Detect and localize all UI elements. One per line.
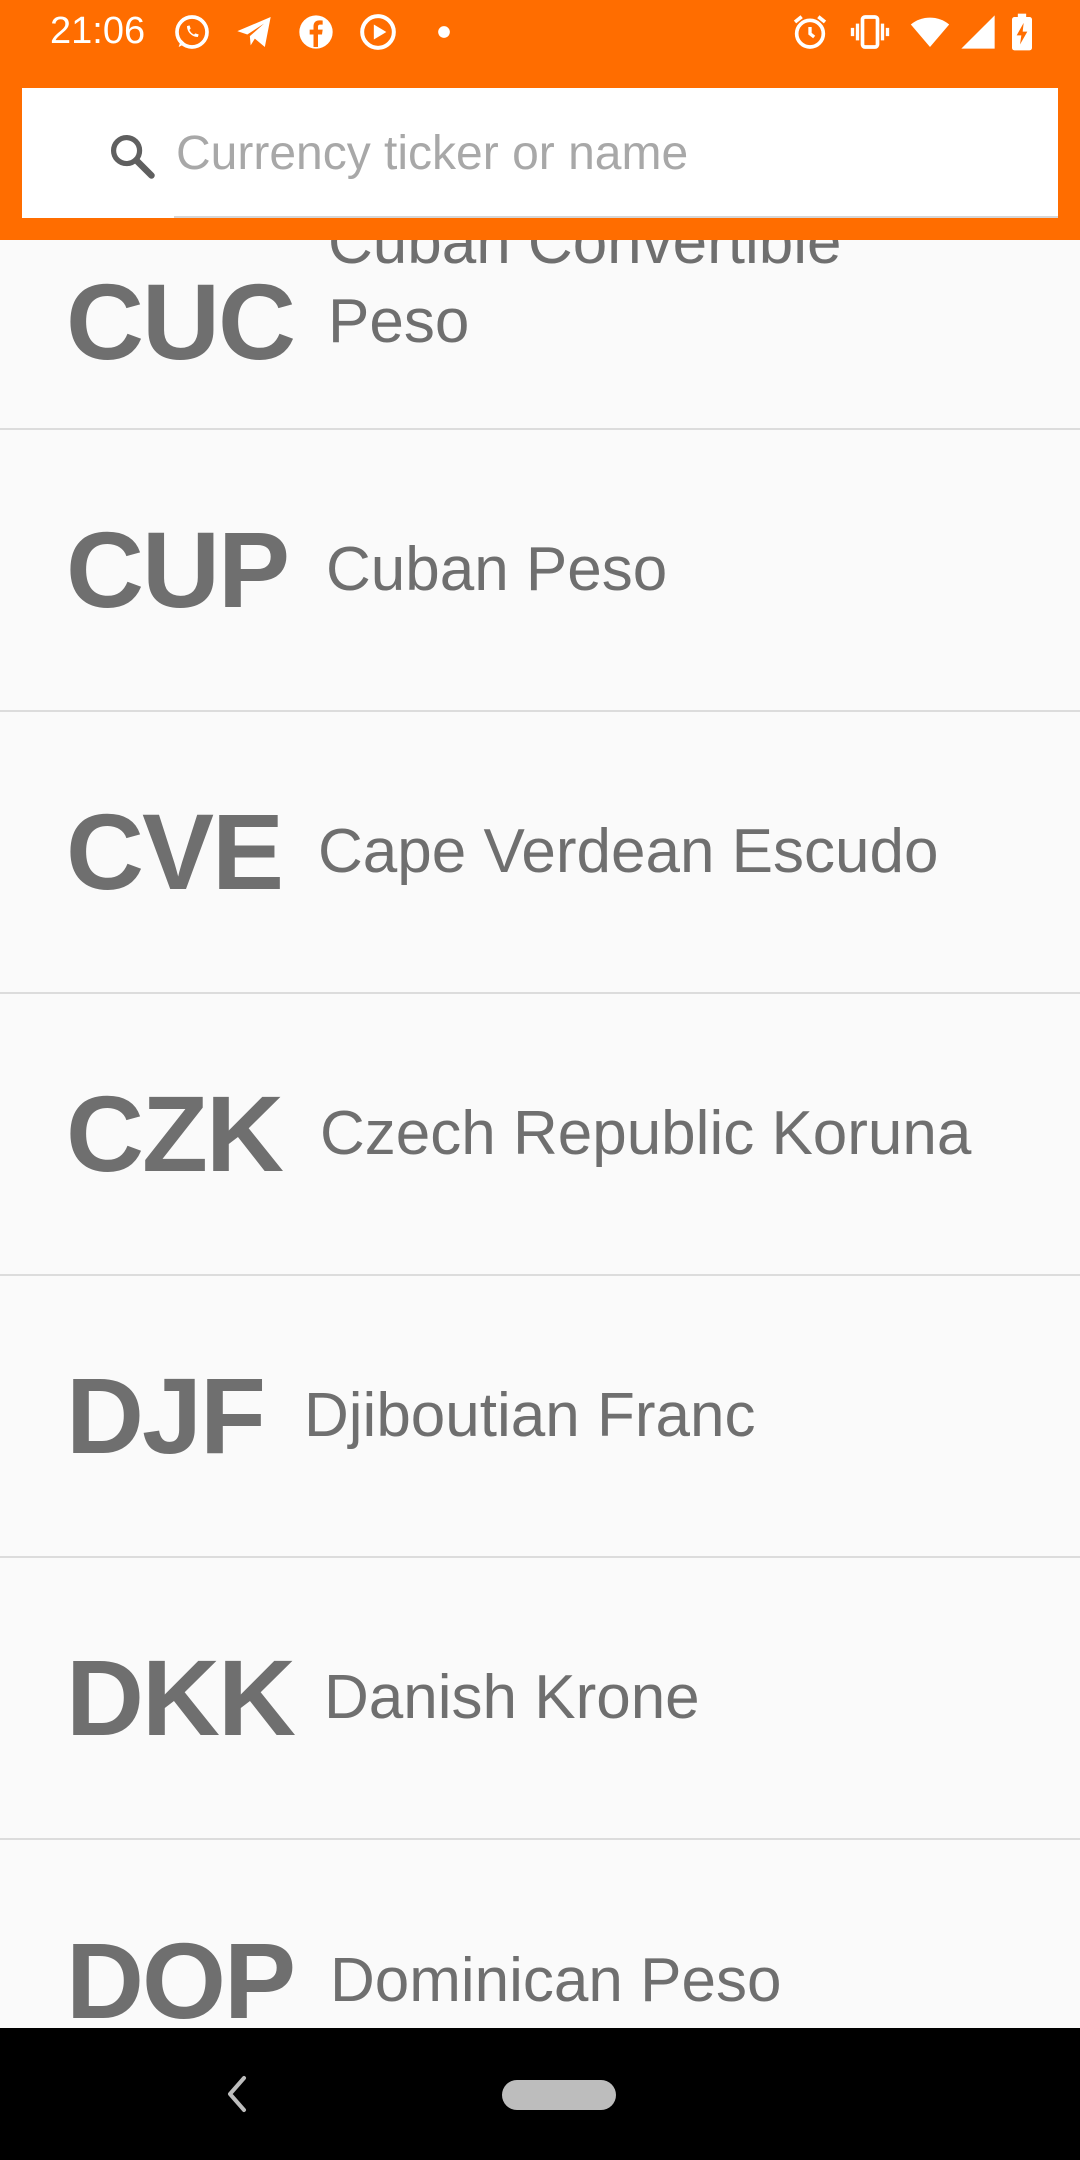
currency-ticker: CVE: [66, 791, 284, 912]
currency-name: Danish Krone: [324, 1662, 700, 1732]
currency-row-cve[interactable]: CVE Cape Verdean Escudo: [0, 712, 1080, 994]
search-box[interactable]: [22, 88, 1058, 218]
vibrate-icon: [850, 15, 890, 49]
battery-charging-icon: [1012, 13, 1032, 51]
telegram-icon: [237, 17, 271, 47]
status-bar: 21:06: [0, 0, 1080, 66]
alarm-icon: [793, 15, 827, 49]
search-icon[interactable]: [106, 130, 158, 182]
navigation-bar: [0, 2028, 1080, 2160]
home-pill-button[interactable]: [502, 2080, 616, 2110]
youtube-icon: [360, 14, 396, 50]
facebook-icon: [299, 15, 333, 49]
wifi-icon: [910, 17, 950, 47]
app-header: 21:06: [0, 0, 1080, 240]
currency-name: Cuban Peso: [326, 534, 668, 604]
currency-row-djf[interactable]: DJF Djiboutian Franc: [0, 1276, 1080, 1558]
currency-name: Djiboutian Franc: [304, 1380, 756, 1450]
search-input[interactable]: [176, 116, 1056, 190]
app-screen: CUC Cuban Convertible Peso CUP Cuban Pes…: [0, 0, 1080, 2160]
currency-row-cup[interactable]: CUP Cuban Peso: [0, 430, 1080, 712]
currency-ticker: DJF: [66, 1355, 266, 1476]
currency-ticker: CUP: [66, 509, 290, 630]
currency-name: Dominican Peso: [330, 1945, 782, 2015]
currency-ticker: DOP: [66, 1920, 296, 2029]
currency-ticker: CUC: [66, 260, 296, 382]
notification-dot-icon: [438, 26, 450, 38]
whatsapp-icon: [175, 15, 209, 49]
currency-row-dkk[interactable]: DKK Danish Krone: [0, 1558, 1080, 1840]
search-underline: [174, 216, 1058, 218]
currency-row-czk[interactable]: CZK Czech Republic Koruna: [0, 994, 1080, 1276]
status-time: 21:06: [50, 10, 146, 52]
currency-name: Cape Verdean Escudo: [318, 816, 939, 886]
currency-ticker: CZK: [66, 1073, 284, 1194]
currency-ticker: DKK: [66, 1637, 296, 1758]
back-icon[interactable]: [222, 2072, 252, 2116]
currency-name: Czech Republic Koruna: [320, 1098, 972, 1168]
currency-list[interactable]: CUC Cuban Convertible Peso CUP Cuban Pes…: [0, 148, 1080, 2028]
currency-row-dop[interactable]: DOP Dominican Peso: [0, 1840, 1080, 2029]
signal-icon: [961, 15, 995, 49]
